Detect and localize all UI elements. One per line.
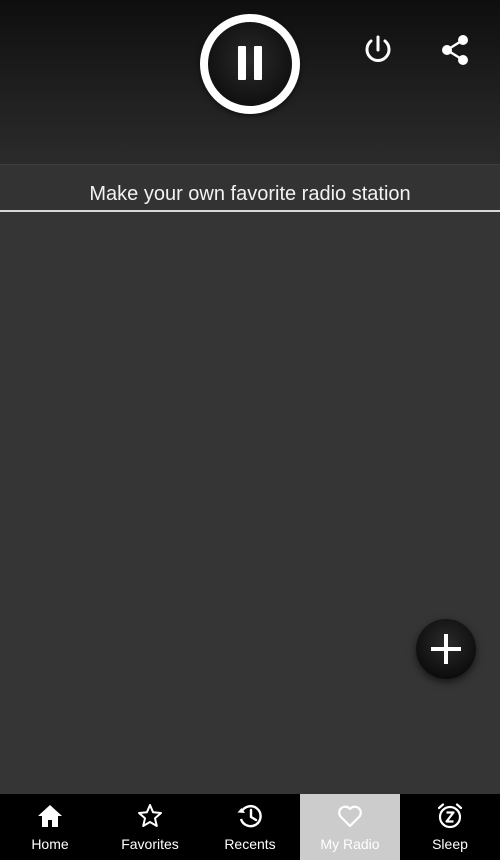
- heart-icon: [336, 802, 364, 830]
- alarm-z-icon: [436, 802, 464, 830]
- pause-button[interactable]: [200, 14, 300, 114]
- my-radio-list: [0, 214, 500, 794]
- nav-item-favorites[interactable]: Favorites: [100, 794, 200, 860]
- history-icon: [236, 802, 264, 830]
- nav-label-sleep: Sleep: [432, 836, 468, 852]
- home-icon: [36, 802, 64, 830]
- bottom-navigation: Home Favorites Recents My Radio Sleep: [0, 794, 500, 860]
- power-icon: [365, 35, 391, 62]
- top-player-bar: [0, 0, 500, 164]
- pause-icon: [238, 46, 262, 80]
- nav-item-sleep[interactable]: Sleep: [400, 794, 500, 860]
- nav-item-my-radio[interactable]: My Radio: [300, 794, 400, 860]
- nav-label-recents: Recents: [224, 836, 276, 852]
- nav-label-my-radio: My Radio: [320, 836, 380, 852]
- nav-item-home[interactable]: Home: [0, 794, 100, 860]
- share-icon: [442, 35, 468, 65]
- nav-label-favorites: Favorites: [121, 836, 179, 852]
- share-button[interactable]: [436, 30, 476, 70]
- nav-item-recents[interactable]: Recents: [200, 794, 300, 860]
- plus-icon: [431, 634, 461, 664]
- section-caption-bar: Make your own favorite radio station: [0, 164, 500, 212]
- nav-label-home: Home: [31, 836, 69, 852]
- power-button[interactable]: [358, 30, 398, 70]
- star-icon: [136, 802, 164, 830]
- section-caption: Make your own favorite radio station: [89, 183, 411, 205]
- add-station-button[interactable]: [416, 619, 476, 679]
